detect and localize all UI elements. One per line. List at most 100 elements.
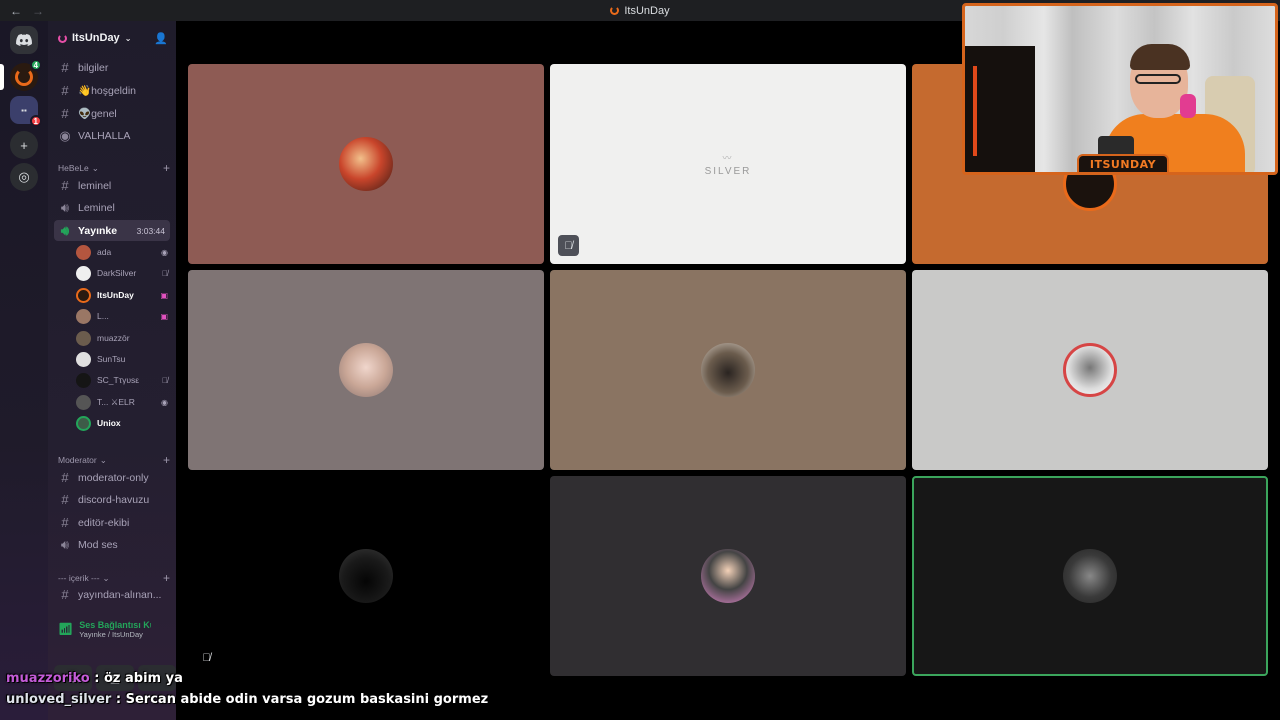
channel-leminel-voice[interactable]: 🔊︎ Leminel bbox=[54, 197, 170, 218]
muted-mic-icon: 🎙̸ bbox=[162, 375, 168, 385]
avatar bbox=[701, 549, 755, 603]
live-stream-icon: ▣ bbox=[160, 290, 168, 300]
muted-mic-icon: 🎙̸ bbox=[162, 268, 168, 278]
voice-user[interactable]: ada ◉ bbox=[76, 242, 168, 262]
add-server-button[interactable]: + bbox=[10, 131, 38, 159]
channel-yayindan-alinan[interactable]: # yayından-alınan... bbox=[54, 584, 170, 605]
channel-sidebar: ItsUnDay ⌄ 👤 # bilgiler # 👋hoşgeldin # 👽gen… bbox=[48, 21, 218, 720]
video-tile-uniox[interactable] bbox=[912, 476, 1268, 676]
discover-button[interactable]: ◎ bbox=[10, 163, 38, 191]
channel-bilgiler[interactable]: # bilgiler bbox=[54, 57, 170, 78]
voice-user-name: L... bbox=[97, 311, 109, 321]
voice-user[interactable]: SC_Tτγυsε 🎙̸ bbox=[76, 370, 168, 390]
chevron-down-icon: ⌄ bbox=[124, 33, 132, 43]
category-icerik[interactable]: --- içerik --- ⌄ + bbox=[58, 571, 170, 585]
video-tile-darksilver[interactable]: 〰 SILVER 🎙̸ bbox=[550, 64, 906, 264]
avatar bbox=[76, 394, 91, 410]
forward-arrow-icon[interactable]: → bbox=[32, 4, 44, 18]
category-label: --- içerik --- bbox=[58, 573, 100, 583]
chat-username: unloved_silver bbox=[6, 692, 112, 707]
channel-label: leminel bbox=[78, 179, 112, 192]
voice-user[interactable]: muazzōr bbox=[76, 328, 168, 348]
voice-user[interactable]: T... ⚔ELR ◉ bbox=[76, 392, 168, 412]
channel-mod-ses[interactable]: 🔊︎ Mod ses bbox=[54, 534, 170, 555]
avatar bbox=[701, 343, 755, 397]
avatar bbox=[76, 330, 91, 346]
window-title-text: ItsUnDay bbox=[624, 4, 670, 17]
channel-yayinke-voice[interactable]: 🔊︎ Yayınke 3:03:44 bbox=[54, 220, 170, 241]
add-channel-icon[interactable]: + bbox=[163, 453, 170, 467]
category-moderator[interactable]: Moderator ⌄ + bbox=[58, 453, 170, 467]
voice-user[interactable]: ItsUnDay ▣ bbox=[76, 285, 168, 305]
voice-status[interactable]: Ses Bağlantısı Kuruldu bbox=[79, 620, 151, 630]
avatar bbox=[339, 137, 393, 191]
category-label: HeBeLe bbox=[58, 163, 89, 173]
category-hebele[interactable]: HeBeLe ⌄ + bbox=[58, 161, 170, 175]
voice-user[interactable]: Uniox bbox=[76, 413, 168, 433]
hashtag-icon: # bbox=[61, 178, 69, 193]
avatar bbox=[76, 351, 91, 367]
video-tile-suntsu[interactable] bbox=[912, 270, 1268, 470]
discord-icon bbox=[16, 34, 32, 46]
voice-user[interactable]: DarkSilver 🎙̸ bbox=[76, 263, 168, 283]
avatar bbox=[76, 287, 91, 303]
avatar bbox=[76, 244, 91, 260]
channel-label: Mod ses bbox=[78, 538, 118, 551]
channel-genel[interactable]: # 👽genel bbox=[54, 103, 170, 124]
channel-moderator-only[interactable]: # moderator-only bbox=[54, 467, 170, 488]
server-header[interactable]: ItsUnDay ⌄ 👤 bbox=[48, 21, 176, 55]
category-label: Moderator bbox=[58, 455, 97, 465]
add-channel-icon[interactable]: + bbox=[163, 571, 170, 585]
channel-hosgeldin[interactable]: # 👋hoşgeldin bbox=[54, 80, 170, 101]
notification-badge: 4 bbox=[29, 59, 42, 71]
voice-user-name: Uniox bbox=[97, 418, 121, 428]
camera-icon: ◉ bbox=[161, 247, 168, 257]
channel-leminel-text[interactable]: # leminel bbox=[54, 175, 170, 196]
speaker-icon: 🔊︎ bbox=[60, 199, 70, 215]
back-arrow-icon[interactable]: ← bbox=[10, 4, 22, 18]
avatar bbox=[339, 549, 393, 603]
server-itsunday[interactable]: 4 bbox=[10, 59, 42, 91]
compass-icon: ◎ bbox=[18, 169, 30, 184]
video-tile-ada[interactable] bbox=[188, 64, 544, 264]
live-stream-icon: ▣ bbox=[160, 311, 168, 321]
streamer-hair bbox=[1130, 44, 1190, 70]
video-tile-t[interactable] bbox=[550, 476, 906, 676]
chat-message: öz abim ya bbox=[104, 671, 183, 686]
voice-user-name: SC_Tτγυsε bbox=[97, 375, 140, 385]
muted-mic-icon: 🎙̸ bbox=[202, 651, 211, 664]
active-server-indicator bbox=[0, 64, 4, 90]
notification-badge: 1 bbox=[29, 115, 42, 127]
voice-user[interactable]: L... ▣ bbox=[76, 306, 168, 326]
channel-valhalla[interactable]: ◉ VALHALLA bbox=[54, 125, 170, 146]
hashtag-icon: # bbox=[61, 106, 69, 121]
video-tile-l[interactable] bbox=[188, 270, 544, 470]
server-folder[interactable]: ▪▪ 1 bbox=[10, 96, 42, 127]
channel-label: moderator-only bbox=[78, 471, 149, 484]
silver-logo: 〰 SILVER bbox=[705, 151, 752, 177]
voice-user-name: T... ⚔ELR bbox=[97, 396, 135, 407]
hashtag-icon: # bbox=[61, 83, 69, 98]
hashtag-icon: # bbox=[61, 587, 69, 602]
add-channel-icon[interactable]: + bbox=[163, 161, 170, 175]
speaker-icon: 🔊︎ bbox=[60, 222, 70, 238]
server-logo-icon bbox=[610, 6, 620, 15]
channel-editor-ekibi[interactable]: # editör-ekibi bbox=[54, 512, 170, 533]
chat-username: muazzoriko bbox=[6, 671, 90, 686]
avatar bbox=[339, 343, 393, 397]
webcam-nameplate: ITSUNDAY bbox=[1077, 154, 1169, 172]
hashtag-icon: # bbox=[61, 515, 69, 530]
video-tile-muazzor[interactable] bbox=[550, 270, 906, 470]
server-logo-icon bbox=[58, 33, 67, 43]
hashtag-icon: # bbox=[61, 470, 69, 485]
nav-buttons: ← → bbox=[10, 4, 44, 18]
voice-user-name: muazzōr bbox=[97, 333, 130, 343]
discord-home-button[interactable] bbox=[10, 26, 38, 54]
channel-discord-havuzu[interactable]: # discord-havuzu bbox=[54, 489, 170, 510]
avatar bbox=[76, 372, 91, 388]
voice-location[interactable]: Yayınke / ItsUnDay bbox=[79, 630, 151, 639]
video-tile-sc[interactable]: 🎙̸ bbox=[188, 476, 544, 676]
invite-people-icon[interactable]: 👤 bbox=[154, 32, 168, 45]
channel-label: 👋hoşgeldin bbox=[78, 85, 137, 97]
voice-user[interactable]: SunTsu bbox=[76, 349, 168, 369]
